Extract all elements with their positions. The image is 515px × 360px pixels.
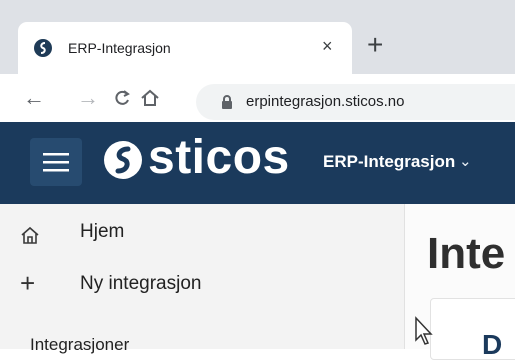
sidebar-section-heading: Integrasjoner	[30, 335, 130, 354]
sidebar	[0, 204, 405, 349]
close-icon[interactable]: ×	[322, 34, 333, 58]
brand-logo[interactable]: sticos	[148, 128, 290, 188]
sticos-favicon-icon	[34, 39, 52, 57]
plus-icon: +	[20, 268, 36, 298]
lock-icon	[220, 94, 234, 110]
content-card[interactable]	[430, 298, 515, 360]
page-title: Inte	[427, 229, 506, 278]
hamburger-icon	[43, 153, 69, 172]
sidebar-item-new-integration[interactable]: Ny integrasjon	[80, 272, 201, 296]
mouse-pointer-icon	[414, 316, 436, 346]
hamburger-menu-button[interactable]	[30, 138, 82, 186]
new-tab-button[interactable]: +	[367, 30, 383, 60]
product-switcher[interactable]: ERP-Integrasjon	[323, 152, 455, 172]
card-heading: D	[482, 329, 503, 360]
url-text[interactable]: erpintegrasjon.sticos.no	[246, 92, 404, 112]
home-icon	[20, 226, 40, 244]
reload-icon[interactable]	[110, 86, 134, 110]
back-arrow-icon[interactable]: ←	[22, 85, 46, 110]
chevron-down-icon[interactable]: ⌄	[459, 152, 472, 172]
sticos-logo-icon	[103, 140, 143, 180]
home-icon[interactable]	[138, 86, 162, 110]
tab-title: ERP-Integrasjon	[68, 40, 171, 56]
forward-arrow-icon[interactable]: →	[76, 85, 100, 110]
sidebar-item-home[interactable]: Hjem	[80, 220, 124, 244]
